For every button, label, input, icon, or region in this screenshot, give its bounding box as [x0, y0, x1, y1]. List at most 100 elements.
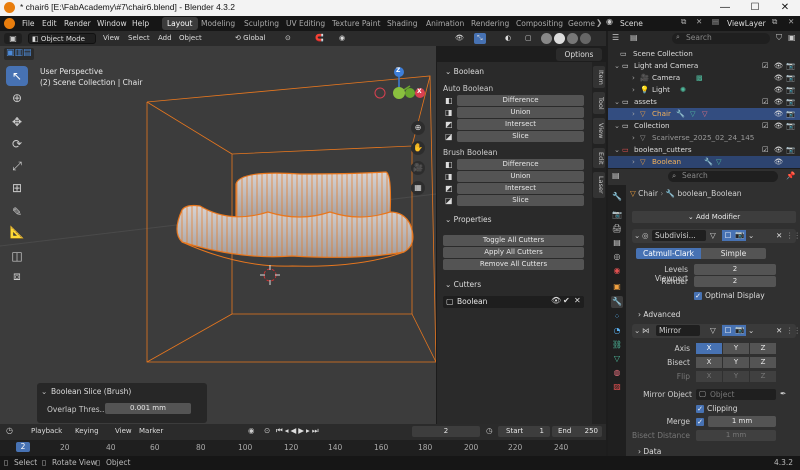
eye-icon[interactable]: 👁 — [774, 156, 783, 168]
data-subpanel[interactable]: › Data — [638, 447, 661, 456]
cursor-tool-icon[interactable]: ⊕ — [6, 88, 28, 108]
tab-texture-paint[interactable]: Texture Paint — [327, 17, 385, 30]
xray-toggle-icon[interactable]: ▢ — [522, 33, 535, 44]
auto-intersect-button[interactable]: Intersect — [457, 119, 584, 130]
collapse-icon[interactable]: ⌄ — [41, 387, 47, 396]
scene-selector[interactable]: Scene — [616, 17, 647, 30]
camera-render-icon[interactable]: 📷 — [786, 108, 795, 120]
end-frame-field[interactable]: End 250 — [552, 426, 602, 437]
menu-help[interactable]: Help — [128, 17, 153, 30]
clock-icon[interactable]: ◷ — [486, 426, 493, 435]
object-tab-icon[interactable]: ▣ — [611, 281, 623, 293]
constraints-tab-icon[interactable]: ⛓ — [611, 339, 623, 351]
current-frame-field[interactable]: 2 — [412, 426, 480, 437]
rendered-shading-icon[interactable] — [580, 33, 591, 44]
eye-icon[interactable]: 👁 — [774, 84, 783, 96]
realtime-toggle-icon[interactable]: ▢ — [722, 325, 734, 336]
eye-icon[interactable]: 👁 — [774, 96, 783, 108]
view-layer-selector[interactable]: ViewLayer — [723, 17, 770, 30]
scroll-right-icon[interactable]: ❯ — [596, 18, 602, 27]
flip-z-toggle[interactable]: Z — [750, 371, 776, 382]
wireframe-shading-icon[interactable] — [541, 33, 552, 44]
auto-keying-icon[interactable]: ◉ — [248, 426, 255, 435]
render-toggle-icon[interactable]: 📷 — [734, 325, 746, 336]
boolean-panel-title[interactable]: ⌄ Boolean — [445, 65, 484, 78]
camera-view-icon[interactable]: 🎥 — [411, 161, 425, 175]
flip-x-toggle[interactable]: X — [696, 371, 722, 382]
tab-geometry[interactable]: Geome — [563, 17, 600, 30]
add-cube-alt-icon[interactable]: ⧈ — [6, 266, 28, 286]
physics-tab-icon[interactable]: ◔ — [611, 325, 623, 337]
clipping-checkbox[interactable]: ✓ Clipping — [696, 404, 738, 413]
bisect-z-toggle[interactable]: Z — [750, 357, 776, 368]
eye-icon[interactable]: 👁 — [774, 120, 783, 132]
brush-difference-button[interactable]: Difference — [457, 159, 584, 170]
expand-icon[interactable]: › — [632, 108, 635, 120]
pin-icon[interactable]: 📌 — [786, 171, 795, 180]
collapse-icon[interactable]: ⌄ — [634, 326, 640, 335]
checkbox-icon[interactable]: ☑ — [762, 60, 768, 72]
move-tool-icon[interactable]: ✥ — [6, 112, 28, 132]
camera-render-icon[interactable]: 📷 — [786, 60, 795, 72]
eye-icon[interactable]: 👁 — [774, 72, 783, 84]
checkbox-icon[interactable]: ☑ — [762, 120, 768, 132]
minimize-button[interactable]: — — [710, 0, 740, 16]
tab-compositing[interactable]: Compositing — [511, 17, 568, 30]
ortho-toggle-icon[interactable]: ▦ — [411, 181, 425, 195]
delete-modifier-icon[interactable]: ✕ — [776, 231, 782, 240]
drag-handle-icon[interactable]: ⋮⋮ — [786, 231, 800, 240]
select-tool-icon[interactable]: ↖ — [6, 66, 28, 86]
dropdown-icon[interactable]: ⌄ — [748, 231, 754, 240]
properties-section-header[interactable]: ⌄ Properties — [445, 213, 492, 226]
expand-icon[interactable]: ⌄ — [614, 144, 620, 156]
outliner-row-boolean[interactable]: › ▽ Boolean 🔧 ▽ 👁 — [608, 156, 800, 168]
gizmo-z-label[interactable]: Z — [396, 67, 400, 74]
start-frame-field[interactable]: Start 1 — [498, 426, 550, 437]
outliner-row-chair[interactable]: › ▽ Chair 🔧 ▽ ▽ 👁 📷 — [608, 108, 800, 120]
tab-item[interactable]: Item — [593, 66, 605, 88]
render-toggle-icon[interactable]: 📷 — [734, 230, 746, 241]
gizmo-toggle-icon[interactable]: ⤡ — [474, 33, 486, 44]
menu-render[interactable]: Render — [60, 17, 95, 30]
overlay-toggle-icon[interactable]: ◐ — [502, 33, 514, 44]
add-modifier-button[interactable]: ⌄ Add Modifier — [632, 211, 796, 223]
axis-x-toggle[interactable]: X — [696, 343, 722, 354]
outliner-row-scariverse[interactable]: › ▽ Scariverse_2025_02_24_145 — [608, 132, 800, 144]
options-button[interactable]: Options — [556, 48, 602, 61]
remove-all-cutters-button[interactable]: Remove All Cutters — [443, 259, 584, 270]
mirror-modifier-header[interactable]: ⌄ ⋈ Mirror ▽ ▢ 📷 ⌄ ✕ ⋮⋮ — [632, 324, 800, 338]
checkbox-icon[interactable]: ☑ — [762, 144, 768, 156]
zoom-icon[interactable]: ⊕ — [411, 121, 425, 135]
view-layer-new-icon[interactable]: ⧉ — [772, 17, 777, 27]
auto-slice-button[interactable]: Slice — [457, 131, 584, 142]
tab-laser[interactable]: Laser — [593, 172, 605, 198]
eye-icon[interactable]: 👁 — [774, 60, 783, 72]
eye-icon[interactable]: 👁 — [551, 296, 561, 305]
playback-menu[interactable]: Playback — [28, 426, 65, 437]
camera-render-icon[interactable]: 📷 — [786, 96, 795, 108]
tab-view[interactable]: View — [593, 118, 605, 144]
eye-icon[interactable]: 👁 — [774, 108, 783, 120]
outliner-row-collection[interactable]: ⌄ ▭ Collection ☑ 👁 📷 — [608, 120, 800, 132]
axis-z-toggle[interactable]: Z — [750, 343, 776, 354]
outliner-row-assets[interactable]: ⌄ ▭ assets ☑ 👁 📷 — [608, 96, 800, 108]
edit-mode-icon[interactable]: ▽ — [710, 326, 716, 335]
outliner-row-boolean-cutters[interactable]: ⌄ ▭ boolean_cutters ☑ 👁 📷 — [608, 144, 800, 156]
timeline-editor-icon[interactable]: ◷ — [6, 426, 13, 435]
overlap-threshold-field[interactable]: 0.001 mm — [105, 403, 191, 414]
annotate-tool-icon[interactable]: ✎ — [6, 202, 28, 222]
pan-hand-icon[interactable]: ✋ — [411, 141, 425, 155]
tab-shading[interactable]: Shading — [382, 17, 422, 30]
properties-editor-icon[interactable]: ▤ — [612, 171, 620, 180]
remove-x-icon[interactable]: ✕ — [574, 296, 581, 305]
solid-shading-icon[interactable] — [554, 33, 565, 44]
camera-render-icon[interactable]: 📷 — [786, 84, 795, 96]
tab-modeling[interactable]: Modeling — [196, 17, 240, 30]
scene-delete-icon[interactable]: ✕ — [696, 17, 702, 26]
merge-checkbox[interactable]: ✓ — [696, 418, 704, 426]
timeline-view-menu[interactable]: View — [112, 426, 135, 437]
modifiers-tab-icon[interactable]: 🔧 — [611, 296, 623, 308]
editor-type-icon[interactable]: ▣ — [4, 33, 22, 44]
bisect-y-toggle[interactable]: Y — [723, 357, 749, 368]
marker-menu[interactable]: Marker — [136, 426, 166, 437]
